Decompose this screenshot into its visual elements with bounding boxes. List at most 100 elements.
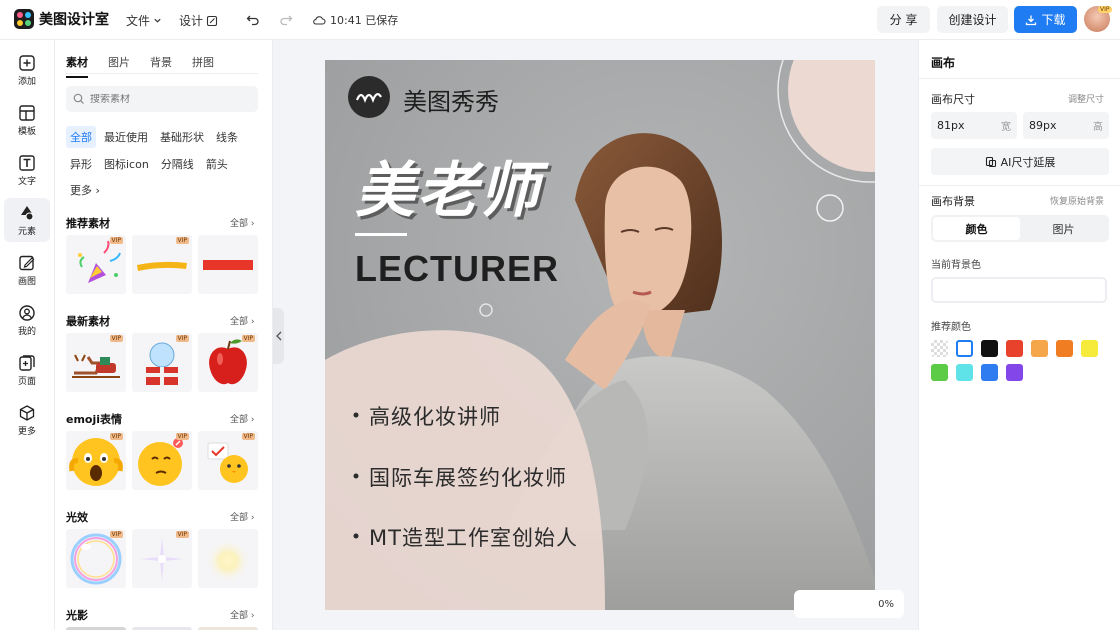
ai-resize-icon [985,156,996,167]
asset-thumb-glow[interactable] [198,529,258,588]
nav-add[interactable]: 添加 [4,48,50,92]
chip-irregular[interactable]: 异形 [66,153,96,175]
poster-bullet-2[interactable]: 国际车展签约化妆师 [369,462,567,492]
color-swatch[interactable] [1031,340,1048,357]
add-page-icon [19,354,35,371]
see-all-emoji[interactable]: 全部 › [230,412,254,425]
more-chip-row: 更多 › [66,179,104,201]
nav-mine[interactable]: 我的 [4,298,50,342]
see-all-recommended[interactable]: 全部 › [230,216,254,229]
nav-page-label: 页面 [17,376,36,387]
color-swatch[interactable] [981,364,998,381]
color-swatch[interactable] [1081,340,1098,357]
create-design-button[interactable]: 创建设计 [937,6,1008,33]
height-unit: 高 [1093,122,1103,133]
asset-thumb-reindeer-sleigh[interactable]: VIP [66,333,126,392]
reset-bg-link[interactable]: 恢复原始背景 [1050,194,1104,207]
height-value: 89px [1029,119,1057,132]
vip-badge: VIP [241,433,255,440]
adjust-size-link[interactable]: 调整尺寸 [1068,92,1104,105]
tab-materials[interactable]: 素材 [66,54,88,78]
width-field[interactable]: 81px 宽 [931,112,1017,139]
design-menu[interactable]: 设计 [179,12,218,29]
chip-more-label: 更多 [70,184,92,197]
search-icon [73,93,84,104]
tab-collage[interactable]: 拼图 [192,54,214,70]
nav-draw[interactable]: 画图 [4,248,50,292]
chip-basic-shapes[interactable]: 基础形状 [156,126,208,148]
asset-thumb-emoji-thinking[interactable]: VIP [132,431,192,490]
color-swatch[interactable] [1056,340,1073,357]
app-logo[interactable]: 美图设计室 [14,9,109,29]
design-canvas[interactable]: 美图秀秀 美老师 LECTURER 高级化妆讲师 国际车展签约化妆师 MT造型工… [325,60,875,610]
chip-more[interactable]: 更多 › [66,179,104,201]
current-bg-color-field[interactable] [931,277,1107,303]
filter-chips-row-1: 全部 最近使用 基础形状 线条 [66,126,242,148]
chip-arrows[interactable]: 箭头 [202,153,232,175]
poster-brand[interactable]: 美图秀秀 [403,82,499,117]
nav-more[interactable]: 更多 [4,398,50,442]
app-name: 美图设计室 [39,12,109,28]
see-all-light-shadow[interactable]: 全部 › [230,608,254,621]
poster-subtitle[interactable]: LECTURER [355,248,559,290]
asset-thumb-apple[interactable]: VIP [198,333,258,392]
color-swatch[interactable] [956,364,973,381]
poster-bullet-1[interactable]: 高级化妆讲师 [369,401,501,431]
search-input[interactable] [90,93,240,105]
zoom-control[interactable]: 0% [794,590,904,618]
color-swatch[interactable] [1006,340,1023,357]
nav-elements[interactable]: 元素 [4,198,50,242]
nav-page[interactable]: 页面 [4,348,50,392]
color-swatch[interactable] [931,364,948,381]
collapse-panel-handle[interactable] [273,308,284,364]
asset-thumb-emoji-chick[interactable]: VIP [198,431,258,490]
ai-extend-button[interactable]: AI尺寸延展 [931,148,1109,175]
redo-icon[interactable] [276,10,296,30]
chip-icons[interactable]: 图标icon [100,153,153,175]
nav-draw-label: 画图 [17,276,36,287]
download-button[interactable]: 下载 [1014,6,1077,33]
asset-thumb-red-bar[interactable] [198,235,258,294]
file-menu[interactable]: 文件 [126,12,162,29]
divider [919,185,1120,186]
chip-recent[interactable]: 最近使用 [100,126,152,148]
logo-icon [14,9,34,29]
seg-color[interactable]: 颜色 [933,217,1020,240]
see-all-light-effects[interactable]: 全部 › [230,510,254,523]
pencil-icon [19,255,35,270]
height-field[interactable]: 89px 高 [1023,112,1109,139]
color-swatch[interactable] [981,340,998,357]
nav-text[interactable]: 文字 [4,148,50,192]
search-box[interactable] [66,86,258,112]
nav-template[interactable]: 模板 [4,98,50,142]
asset-thumb-bubble[interactable]: VIP [66,529,126,588]
see-all-label: 全部 [230,317,249,327]
divider [919,78,1120,79]
asset-thumb-emoji-scared[interactable]: VIP [66,431,126,490]
share-button[interactable]: 分 享 [877,6,930,33]
poster-bullet-3[interactable]: MT造型工作室创始人 [369,522,578,552]
download-label: 下载 [1041,13,1066,27]
color-swatch[interactable] [1006,364,1023,381]
tab-backgrounds[interactable]: 背景 [150,54,172,70]
chip-dividers[interactable]: 分隔线 [157,153,198,175]
vip-badge: VIP [175,433,189,440]
asset-thumb-party-popper[interactable]: VIP [66,235,126,294]
download-icon [1026,15,1037,25]
properties-panel: 画布 画布尺寸 调整尺寸 81px 宽 89px 高 AI尺寸延展 画布背景 恢… [918,40,1120,630]
see-all-latest[interactable]: 全部 › [230,314,254,327]
chip-lines[interactable]: 线条 [212,126,242,148]
asset-thumb-yellow-stroke[interactable]: VIP [132,235,192,294]
poster-title[interactable]: 美老师 [355,142,541,229]
section-title-emoji: emoji表情 [66,413,123,426]
asset-thumb-sparkle[interactable]: VIP [132,529,192,588]
nav-template-label: 模板 [17,126,36,137]
asset-thumb-gift-snowglobe[interactable]: VIP [132,333,192,392]
undo-icon[interactable] [243,10,263,30]
chip-all[interactable]: 全部 [66,126,96,148]
recommended-colors-label: 推荐颜色 [931,322,971,333]
color-swatch[interactable] [931,340,948,357]
color-swatch[interactable] [956,340,973,357]
seg-image[interactable]: 图片 [1020,217,1107,240]
tab-images[interactable]: 图片 [108,54,130,70]
